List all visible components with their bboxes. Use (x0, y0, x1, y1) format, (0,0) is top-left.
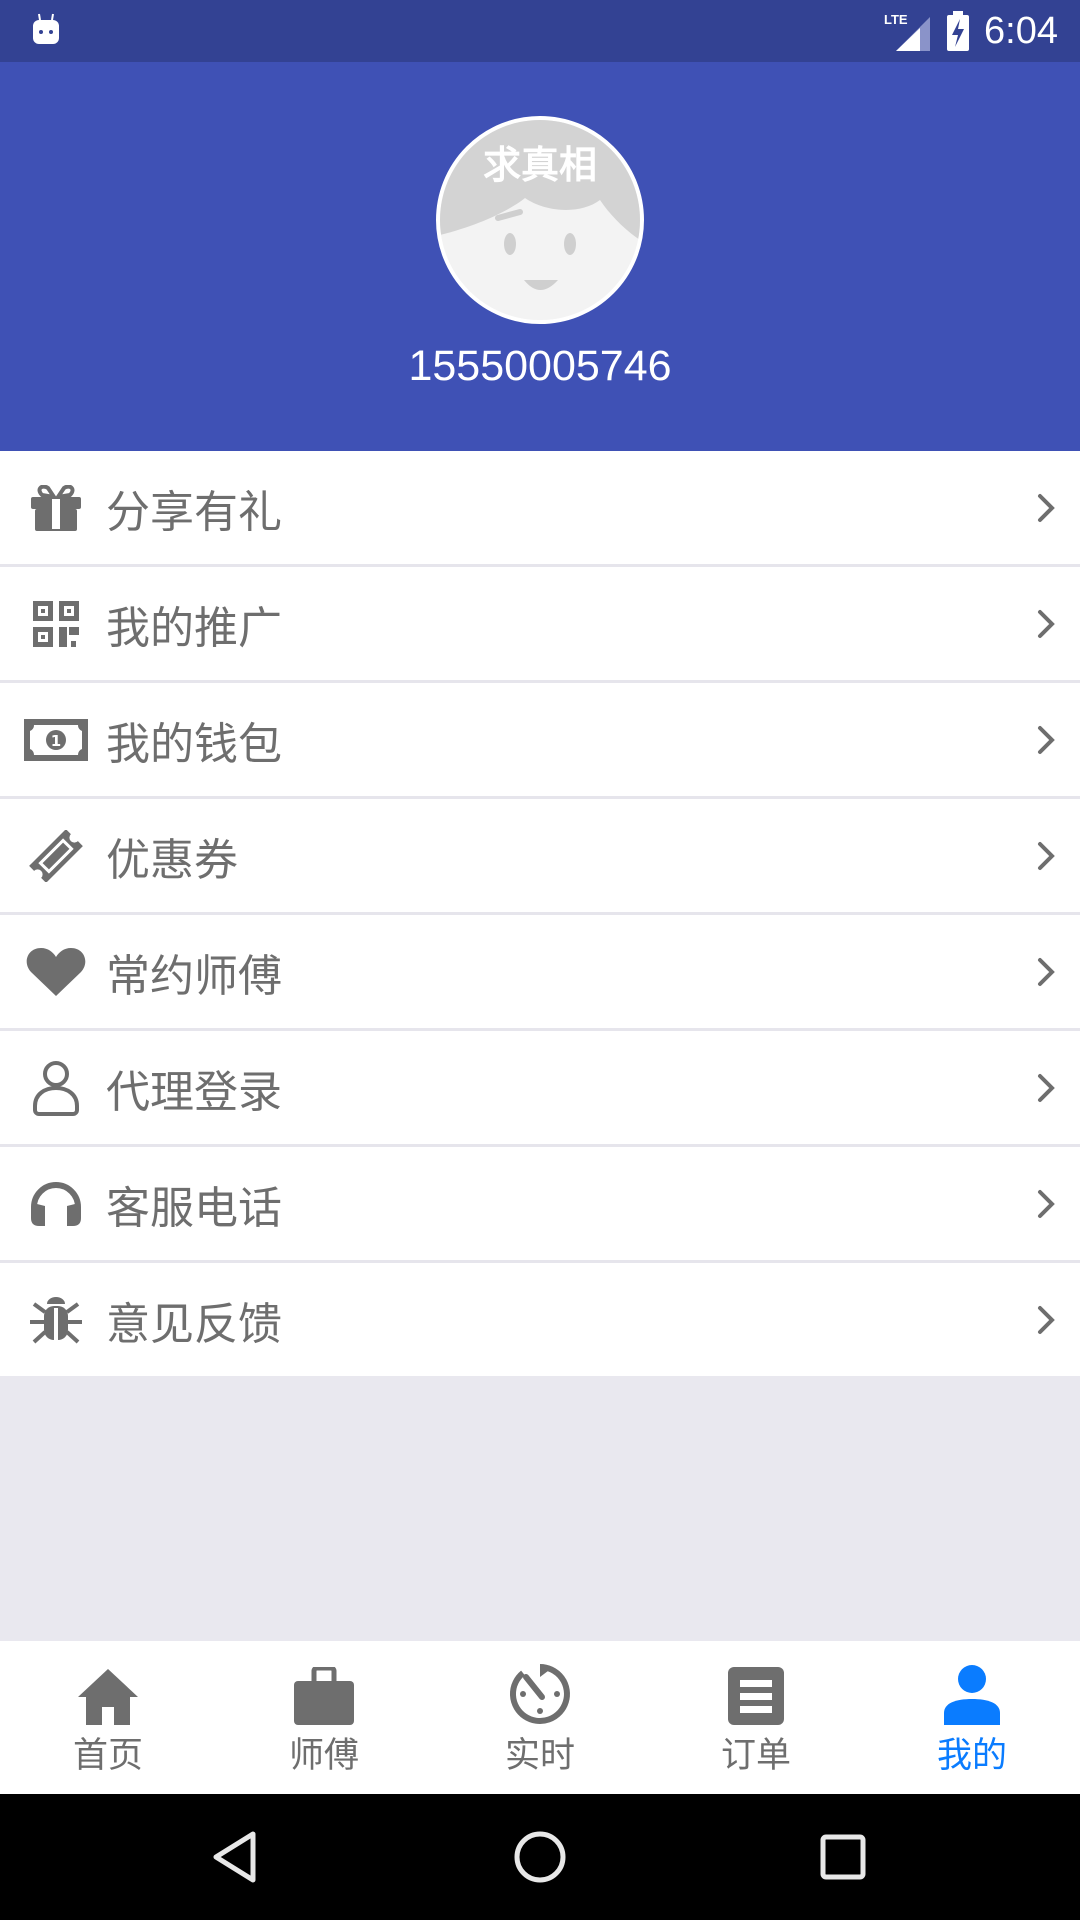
profile-header: 求真相 15550005746 (0, 62, 1080, 451)
home-icon (76, 1665, 140, 1725)
menu-item-agent-login[interactable]: 代理登录 (0, 1031, 1080, 1147)
home-button[interactable] (505, 1824, 575, 1890)
briefcase-icon (292, 1665, 356, 1725)
tab-label: 师傅 (288, 1736, 359, 1776)
menu-item-coupons[interactable]: 优惠券 (0, 799, 1080, 915)
back-triangle-icon (213, 1831, 256, 1883)
android-notification-icon (33, 13, 59, 44)
menu-item-favorite-masters[interactable]: 常约师傅 (0, 915, 1080, 1031)
ticket-icon (24, 826, 88, 886)
order-list-icon (724, 1665, 788, 1725)
tab-label: 我的 (936, 1736, 1007, 1776)
phone-number: 15550005746 (408, 342, 672, 390)
bottom-tab-bar: 首页 师傅 实时 订单 我的 (0, 1641, 1080, 1794)
chevron-right-icon (1038, 609, 1055, 638)
menu-item-label: 我的钱包 (106, 718, 282, 770)
gift-icon (24, 478, 88, 538)
bug-icon (24, 1290, 88, 1350)
menu-item-label: 优惠券 (106, 834, 238, 886)
tab-label: 订单 (720, 1736, 791, 1776)
avatar-text: 求真相 (483, 143, 597, 187)
chevron-right-icon (1038, 957, 1055, 986)
tab-realtime[interactable]: 实时 (432, 1641, 648, 1794)
chevron-right-icon (1038, 725, 1055, 754)
menu-item-label: 客服电话 (106, 1182, 282, 1234)
menu-item-label: 分享有礼 (106, 486, 282, 538)
clock: 6:04 (984, 9, 1058, 52)
menu-item-label: 我的推广 (106, 602, 282, 654)
tab-label: 首页 (72, 1736, 143, 1776)
user-outline-icon (24, 1058, 88, 1118)
qr-code-icon (24, 594, 88, 654)
menu-item-label: 意见反馈 (106, 1298, 282, 1350)
tab-orders[interactable]: 订单 (648, 1641, 864, 1794)
person-icon (940, 1665, 1004, 1725)
tab-masters[interactable]: 师傅 (216, 1641, 432, 1794)
svg-text:1: 1 (51, 732, 61, 750)
tab-label: 实时 (504, 1736, 575, 1776)
chevron-right-icon (1038, 1189, 1055, 1218)
money-bill-icon: 1 (24, 710, 88, 770)
menu-item-share-gift[interactable]: 分享有礼 (0, 451, 1080, 567)
network-type-label: LTE (884, 12, 908, 27)
back-button[interactable] (200, 1824, 270, 1890)
tab-me[interactable]: 我的 (864, 1641, 1080, 1794)
menu-list: 分享有礼 我的推广 1 我的钱包 优惠券 常约师傅 代理登录 客服电话 意见反馈 (0, 451, 1080, 1376)
recents-button[interactable] (808, 1824, 878, 1890)
tab-home[interactable]: 首页 (0, 1641, 216, 1794)
menu-item-label: 常约师傅 (106, 950, 282, 1002)
status-bar: LTE 6:04 (0, 0, 1080, 62)
menu-item-my-promotion[interactable]: 我的推广 (0, 567, 1080, 683)
heart-icon (24, 942, 88, 1002)
avatar[interactable]: 求真相 (436, 116, 644, 324)
system-navigation-bar (0, 1794, 1080, 1920)
menu-item-label: 代理登录 (106, 1066, 282, 1118)
timer-icon (508, 1664, 572, 1725)
recents-square-icon (820, 1834, 866, 1880)
chevron-right-icon (1038, 1305, 1055, 1334)
lte-signal-icon: LTE (884, 12, 931, 51)
home-circle-icon (514, 1831, 566, 1883)
chevron-right-icon (1038, 493, 1055, 522)
battery-charging-icon (947, 11, 970, 51)
chevron-right-icon (1038, 1073, 1055, 1102)
chevron-right-icon (1038, 841, 1055, 870)
menu-item-feedback[interactable]: 意见反馈 (0, 1263, 1080, 1376)
headphones-icon (24, 1174, 88, 1234)
menu-item-my-wallet[interactable]: 1 我的钱包 (0, 683, 1080, 799)
menu-item-customer-service-phone[interactable]: 客服电话 (0, 1147, 1080, 1263)
avatar-cartoon-face-icon: 求真相 (440, 120, 640, 320)
